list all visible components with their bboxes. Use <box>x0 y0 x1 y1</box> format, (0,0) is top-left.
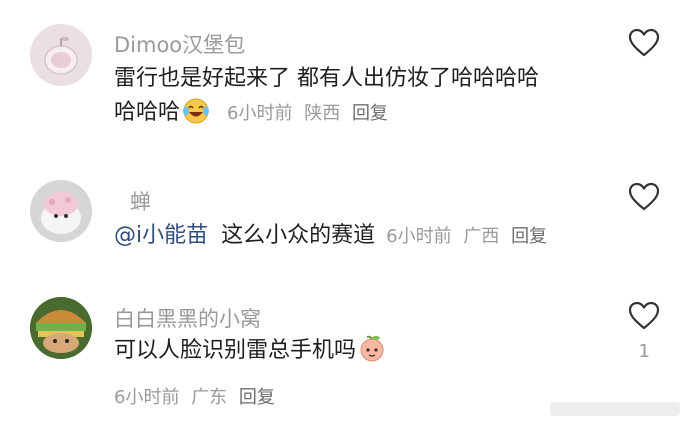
comment-location: 广东 <box>191 387 228 408</box>
comment-text: 雷行也是好起来了 都有人出仿妆了哈哈哈哈 哈哈哈 6小时前 陕西 回复 <box>114 62 539 130</box>
heart-outline-icon[interactable] <box>628 182 660 212</box>
like-count: 1 <box>638 341 650 362</box>
comment-item: Dimoo汉堡包 雷行也是好起来了 都有人出仿妆了哈哈哈哈 哈哈哈 6小时前 陕… <box>0 0 690 160</box>
avatar-image <box>30 180 92 242</box>
comment-text-line: 哈哈哈 6小时前 陕西 回复 <box>114 96 539 130</box>
username[interactable]: 白白黑黑的小窝 <box>114 303 261 333</box>
comment-location: 广西 <box>463 226 500 247</box>
watermark-blur <box>550 402 680 416</box>
peach-face-emoji <box>360 335 384 362</box>
heart-outline-icon[interactable] <box>628 28 660 58</box>
reply-button[interactable]: 回复 <box>511 226 547 247</box>
comment-time: 6小时前 <box>386 226 452 247</box>
avatar[interactable] <box>30 297 92 359</box>
comment-text: @i小能苗 这么小众的赛道 6小时前 广西 回复 <box>114 219 553 253</box>
comment-meta: 6小时前 广西 回复 <box>386 226 553 247</box>
comment-time: 6小时前 <box>227 103 293 125</box>
comment-text: 可以人脸识别雷总手机吗 <box>114 334 386 368</box>
comment-text-line: 可以人脸识别雷总手机吗 <box>114 338 357 363</box>
reply-button[interactable]: 回复 <box>352 103 388 124</box>
avatar-image <box>30 297 92 359</box>
heart-outline-icon[interactable] <box>628 301 660 331</box>
avatar-image <box>30 24 92 86</box>
comment-meta: 6小时前 广东 回复 <box>114 383 281 409</box>
comment-meta: 6小时前 陕西 回复 <box>227 103 394 124</box>
avatar[interactable] <box>30 24 92 86</box>
comment-location: 陕西 <box>304 103 341 125</box>
comment-item: 蝉 @i小能苗 这么小众的赛道 6小时前 广西 回复 <box>0 160 690 285</box>
comment-text-line: 雷行也是好起来了 都有人出仿妆了哈哈哈哈 <box>114 66 539 91</box>
laughing-tears-emoji <box>183 98 210 124</box>
username[interactable]: 蝉 <box>130 186 151 216</box>
reply-button[interactable]: 回复 <box>239 387 275 408</box>
comment-time: 6小时前 <box>114 387 180 408</box>
username[interactable]: Dimoo汉堡包 <box>114 29 245 59</box>
avatar[interactable] <box>30 180 92 242</box>
mention-link[interactable]: @i小能苗 <box>114 223 208 248</box>
comment-text-line: 这么小众的赛道 <box>221 223 376 248</box>
